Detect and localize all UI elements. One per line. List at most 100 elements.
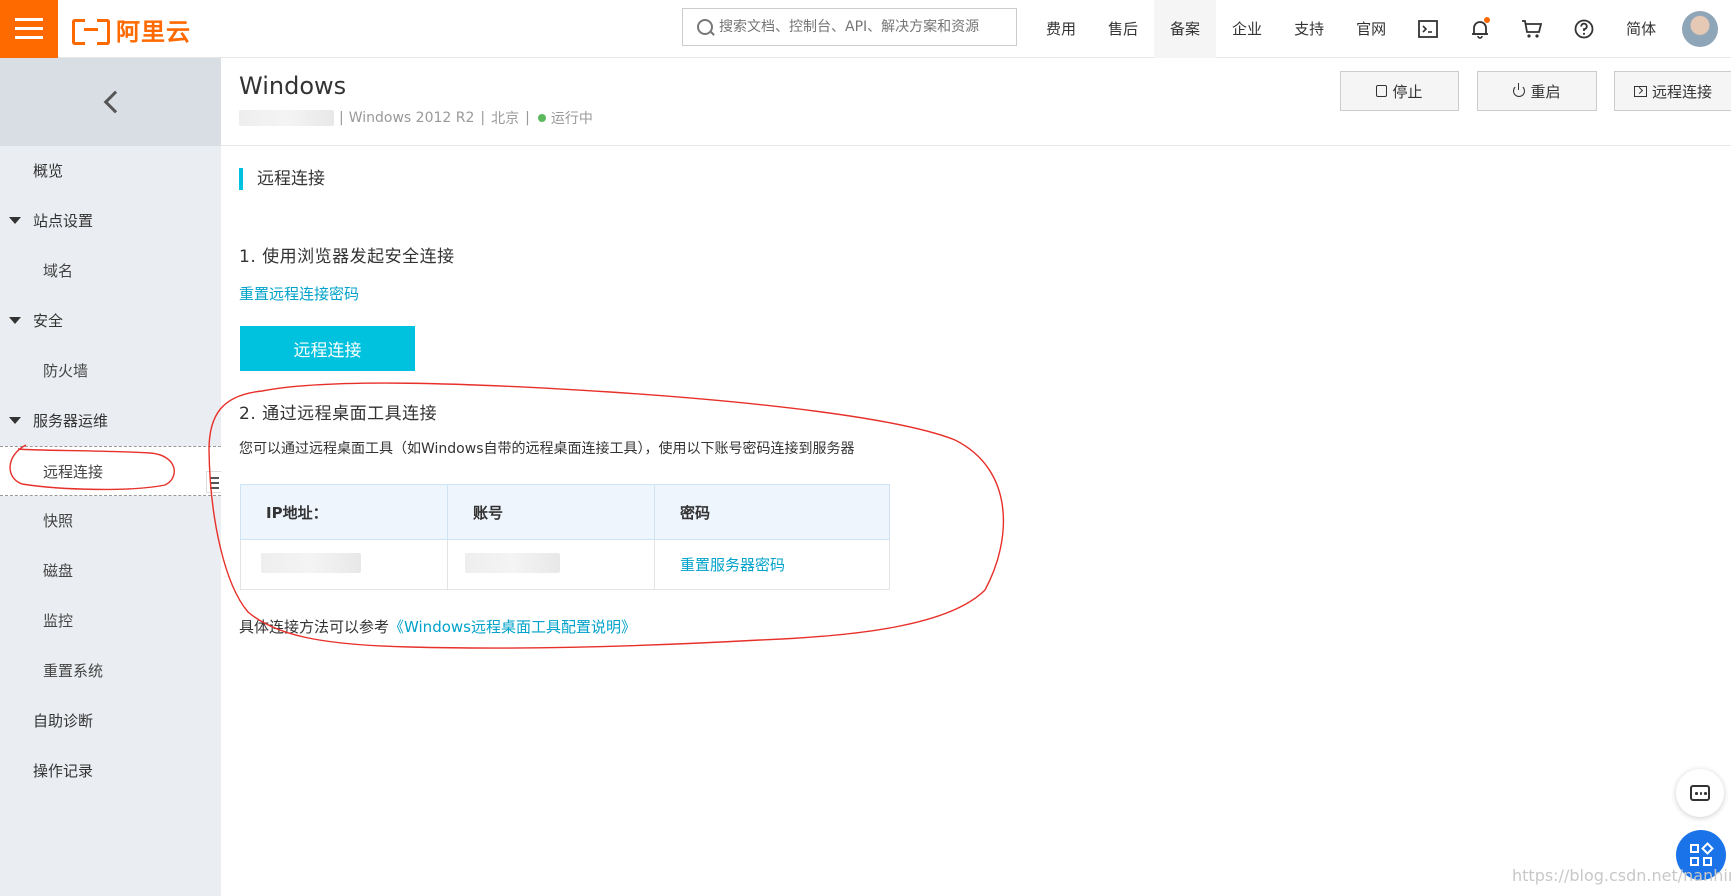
remote-connect-header-button[interactable]: 远程连接	[1614, 71, 1731, 111]
sidebar-item-firewall[interactable]: 防火墙	[0, 346, 221, 396]
sidebar-item-label: 防火墙	[43, 362, 89, 380]
sidebar-item-label: 概览	[33, 162, 64, 180]
top-nav: 费用 售后 备案 企业 支持 官网 简体	[1030, 0, 1719, 58]
sidebar-item-self-diagnosis[interactable]: 自助诊断	[0, 696, 221, 746]
nav-enterprise[interactable]: 企业	[1216, 0, 1278, 58]
terminal-icon	[1633, 85, 1647, 97]
sidebar-item-operation-log[interactable]: 操作记录	[0, 746, 221, 796]
step-1-heading: 1. 使用浏览器发起安全连接	[239, 247, 455, 267]
bell-icon[interactable]	[1454, 0, 1506, 58]
terminal-icon[interactable]	[1402, 0, 1454, 58]
instance-os: Windows 2012 R2	[348, 110, 475, 126]
instance-meta: | Windows 2012 R2 | 北京 | 运行中	[239, 108, 593, 128]
remote-connect-label: 远程连接	[1651, 82, 1712, 101]
step-2-heading: 2. 通过远程桌面工具连接	[239, 404, 438, 424]
sidebar: 概览 站点设置 域名 安全 防火墙 服务器运维 远程连接 快照 磁盘 监控 重置…	[0, 58, 221, 896]
table-row: 重置服务器密码	[240, 539, 890, 590]
notification-dot	[1484, 17, 1491, 23]
reset-remote-password-link[interactable]: 重置远程连接密码	[239, 283, 359, 304]
aliyun-logo[interactable]: 阿里云	[72, 13, 191, 46]
step-2-description: 您可以通过远程桌面工具（如Windows自带的远程桌面连接工具），使用以下账号密…	[239, 441, 855, 457]
caret-down-icon	[9, 317, 21, 324]
sidebar-item-label: 重置系统	[43, 662, 104, 680]
instance-header: Windows | Windows 2012 R2 | 北京 | 运行中 停止 …	[221, 58, 1731, 146]
collapse-sidebar-button[interactable]	[0, 58, 221, 146]
instance-region: 北京	[491, 111, 520, 127]
nav-fees[interactable]: 费用	[1030, 0, 1092, 58]
column-header-ip: IP地址：	[240, 484, 448, 540]
separator: |	[480, 110, 486, 126]
sidebar-item-remote-connect[interactable]: 远程连接	[0, 446, 221, 496]
menu-icon[interactable]	[0, 0, 58, 58]
stop-icon	[1376, 85, 1388, 97]
sidebar-item-label: 自助诊断	[33, 712, 94, 730]
search-icon[interactable]	[683, 9, 719, 45]
feedback-button[interactable]	[1676, 769, 1724, 817]
nav-support[interactable]: 支持	[1278, 0, 1340, 58]
sidebar-item-site-settings[interactable]: 站点设置	[0, 196, 221, 246]
chat-icon	[1690, 785, 1710, 801]
status-badge: 运行中	[550, 111, 593, 127]
caret-down-icon	[9, 417, 21, 424]
sidebar-item-label: 操作记录	[33, 762, 94, 780]
caret-down-icon	[9, 217, 21, 224]
restart-button[interactable]: 重启	[1477, 71, 1597, 111]
ip-cell	[240, 539, 448, 590]
table-header-row: IP地址： 账号 密码	[240, 484, 890, 540]
remote-connect-button[interactable]: 远程连接	[240, 326, 415, 371]
reference-text: 具体连接方法可以参考《Windows远程桌面工具配置说明》	[239, 616, 636, 637]
reference-prefix: 具体连接方法可以参考	[239, 618, 390, 636]
sidebar-item-label: 远程连接	[43, 463, 104, 481]
search-input[interactable]	[719, 19, 1009, 35]
search-box[interactable]	[682, 8, 1017, 46]
cart-icon[interactable]	[1506, 0, 1558, 58]
nav-after-sales[interactable]: 售后	[1092, 0, 1154, 58]
restart-label: 重启	[1530, 82, 1561, 101]
watermark: https://blog.csdn.net/nanhina	[1512, 866, 1731, 885]
account-cell	[447, 539, 655, 590]
nav-official-site[interactable]: 官网	[1340, 0, 1402, 58]
stop-button[interactable]: 停止	[1340, 71, 1459, 111]
sidebar-item-reset-system[interactable]: 重置系统	[0, 646, 221, 696]
chevron-left-icon	[103, 90, 126, 114]
redacted-ip	[261, 552, 361, 573]
language-switch[interactable]: 简体	[1610, 0, 1672, 58]
sidebar-item-security[interactable]: 安全	[0, 296, 221, 346]
main-content: 远程连接 1. 使用浏览器发起安全连接 重置远程连接密码 远程连接 2. 通过远…	[221, 146, 1731, 896]
sidebar-item-server-ops[interactable]: 服务器运维	[0, 396, 221, 446]
sidebar-item-snapshot[interactable]: 快照	[0, 496, 221, 546]
logo-icon	[72, 17, 110, 45]
top-bar: 阿里云 费用 售后 备案 企业 支持 官网 简体	[0, 0, 1731, 58]
avatar[interactable]	[1682, 11, 1719, 47]
nav-filing[interactable]: 备案	[1154, 0, 1217, 58]
separator: |	[525, 110, 530, 126]
section-title: 远程连接	[239, 168, 325, 190]
status-dot	[537, 114, 546, 122]
password-cell: 重置服务器密码	[654, 539, 890, 590]
sidebar-item-label: 磁盘	[43, 562, 74, 580]
sidebar-item-label: 站点设置	[33, 212, 94, 230]
power-icon	[1513, 83, 1526, 97]
sidebar-item-domain[interactable]: 域名	[0, 246, 221, 296]
grid-icon	[1690, 842, 1714, 866]
stop-label: 停止	[1392, 82, 1423, 101]
sidebar-toggle-handle[interactable]	[206, 471, 221, 493]
help-icon[interactable]	[1558, 0, 1610, 58]
redacted-instance-id	[239, 110, 334, 126]
column-header-account: 账号	[447, 484, 655, 540]
column-header-password: 密码	[654, 484, 890, 540]
sidebar-item-label: 安全	[33, 312, 64, 330]
sidebar-item-disk[interactable]: 磁盘	[0, 546, 221, 596]
redacted-account	[465, 552, 560, 573]
reset-server-password-link[interactable]: 重置服务器密码	[680, 556, 785, 574]
sidebar-item-label: 监控	[43, 612, 74, 630]
sidebar-item-label: 域名	[43, 262, 74, 280]
sidebar-item-label: 快照	[43, 512, 74, 530]
sidebar-item-monitor[interactable]: 监控	[0, 596, 221, 646]
config-guide-link[interactable]: 《Windows远程桌面工具配置说明》	[389, 618, 636, 636]
page-title: Windows	[239, 72, 347, 100]
sidebar-item-overview[interactable]: 概览	[0, 146, 221, 196]
separator: |	[339, 110, 344, 126]
credentials-table: IP地址： 账号 密码 重置服务器密码	[240, 484, 890, 590]
sidebar-item-label: 服务器运维	[33, 412, 109, 430]
